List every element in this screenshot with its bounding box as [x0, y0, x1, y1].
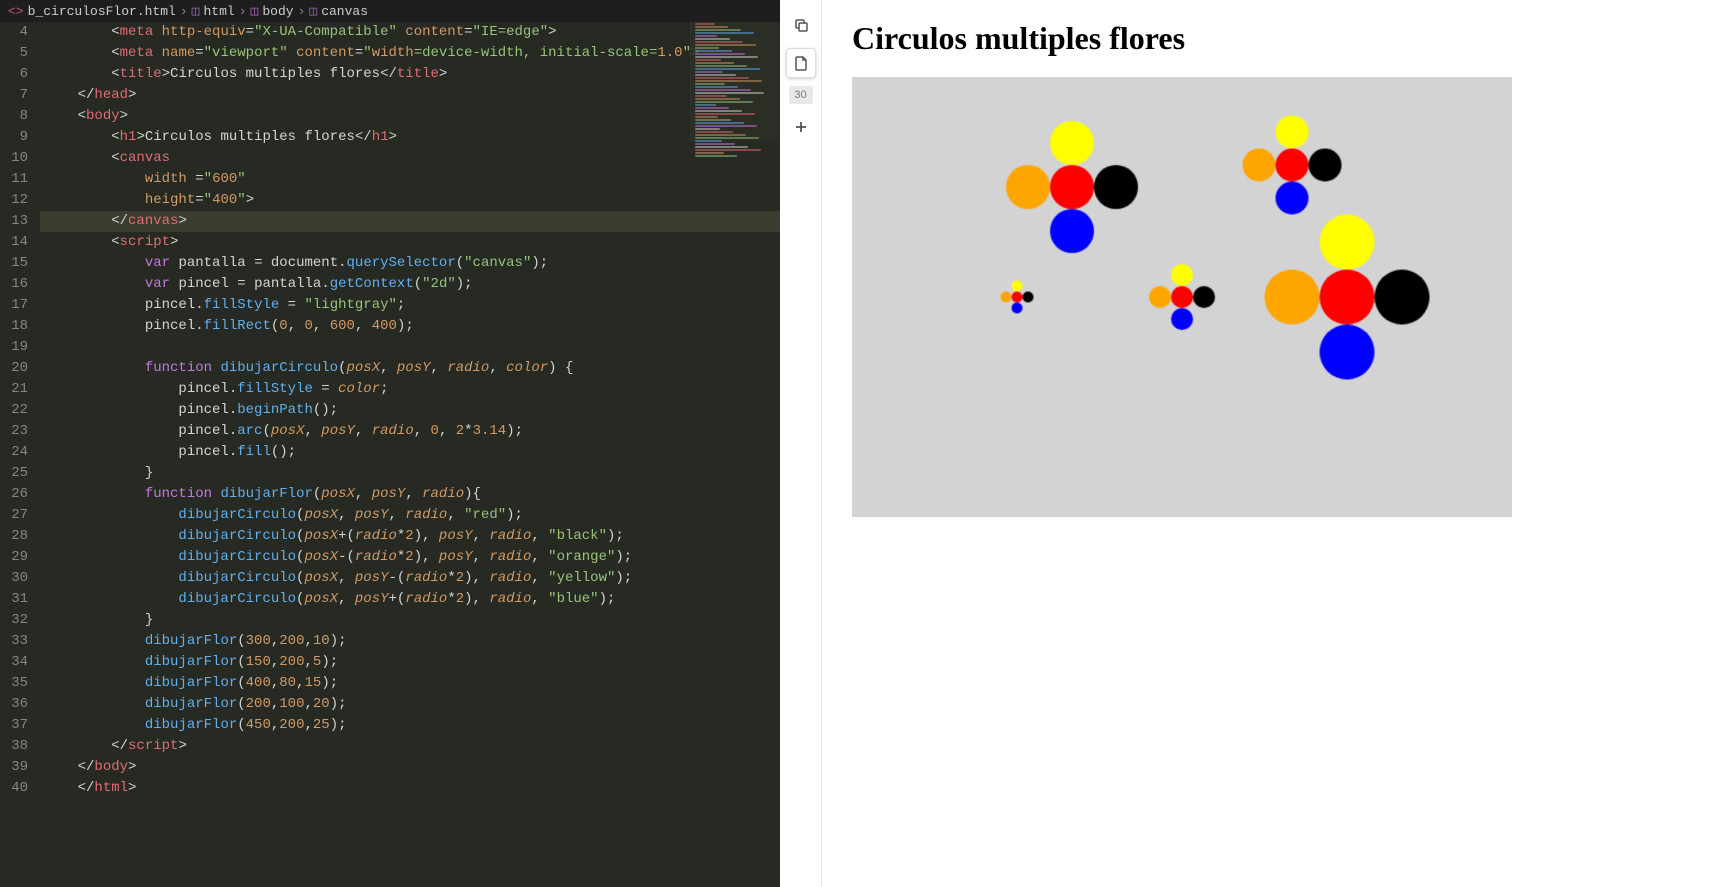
- preview-content: Circulos multiples flores: [822, 0, 1709, 887]
- file-icon: <>: [8, 4, 24, 19]
- cube-icon: ◫: [192, 4, 200, 19]
- line-badge: 30: [789, 86, 813, 104]
- cube-icon: ◫: [251, 4, 259, 19]
- chevron-right-icon: ›: [298, 4, 306, 19]
- breadcrumb-file[interactable]: b_circulosFlor.html: [28, 4, 176, 19]
- breadcrumb-segment[interactable]: body: [262, 4, 293, 19]
- code-editor-pane: <> b_circulosFlor.html › ◫ html › ◫ body…: [0, 0, 780, 887]
- line-number-gutter: 4567891011121314151617181920212223242526…: [0, 22, 40, 887]
- plus-icon[interactable]: [786, 112, 816, 142]
- cube-icon: ◫: [309, 4, 317, 19]
- chevron-right-icon: ›: [239, 4, 247, 19]
- preview-canvas: [852, 77, 1512, 517]
- minimap[interactable]: [690, 22, 780, 142]
- preview-pane: 30 Circulos multiples flores: [780, 0, 1709, 887]
- breadcrumb-segment[interactable]: canvas: [321, 4, 368, 19]
- preview-toolbar: 30: [780, 0, 822, 887]
- breadcrumb[interactable]: <> b_circulosFlor.html › ◫ html › ◫ body…: [0, 0, 780, 22]
- page-title: Circulos multiples flores: [852, 20, 1679, 57]
- code-content[interactable]: <meta http-equiv="X-UA-Compatible" conte…: [40, 22, 780, 887]
- copy-icon[interactable]: [786, 10, 816, 40]
- breadcrumb-segment[interactable]: html: [203, 4, 234, 19]
- file-icon[interactable]: [786, 48, 816, 78]
- code-area[interactable]: 4567891011121314151617181920212223242526…: [0, 22, 780, 887]
- chevron-right-icon: ›: [180, 4, 188, 19]
